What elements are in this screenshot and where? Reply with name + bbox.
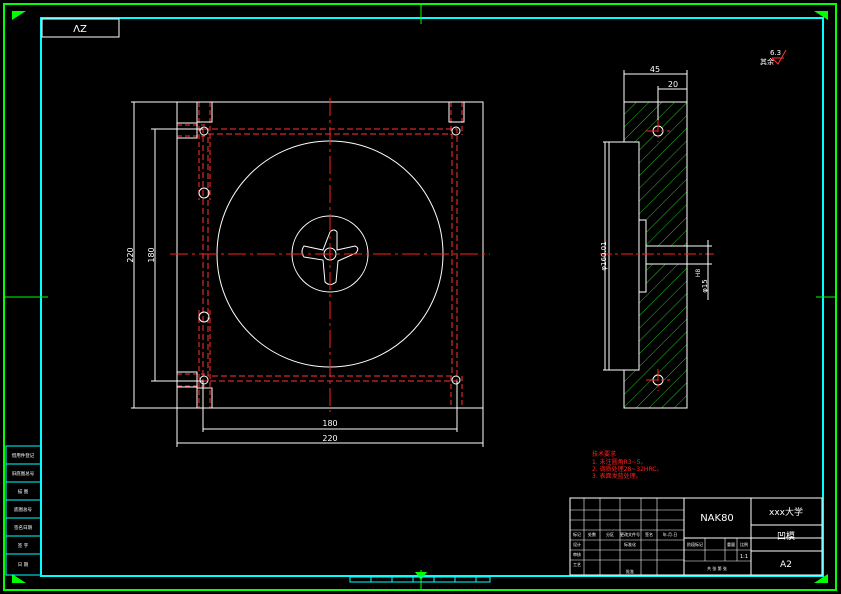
centering-marks [4,4,836,590]
misc-2: 重量 [727,541,735,547]
material-label: NAK80 [700,513,734,524]
misc-3: 比例 [740,541,748,547]
header-cell-4: 签名 [645,531,653,537]
roughness-symbol: 其余 6.3 [760,49,787,66]
roughness-value: 6.3 [770,49,781,57]
side-view: 45 20 φ160.01 φ15 H8 [600,65,714,409]
corner-label-box: ZV [41,18,120,38]
dim-partial-width: 20 [668,80,678,89]
header-cell-5: 年.月.日 [663,531,678,537]
side-label-5: 签 字 [18,542,29,549]
dim-height-outer: 220 [126,247,135,262]
row-label-2: 工艺 [573,562,581,567]
dim-boss-dia: φ160.01 [600,241,608,270]
side-label-6: 日 期 [18,562,29,568]
side-panel-labels: 借用件登记 旧底图总号 描 图 底图总号 签名日期 签 字 日 期 [12,452,35,568]
drawing-number: A2 [780,560,792,570]
dim-height-inner: 180 [147,247,156,262]
technical-notes: 技术要求 1. 未注圆角R3~5。 2. 调质处理28~32HRC。 3. 表面… [592,450,663,480]
row-label-3: 批准 [626,568,634,574]
dim-hole-tol: H8 [695,269,702,278]
part-name: 凹模 [777,531,795,542]
notes-title: 技术要求 [592,450,616,458]
misc-4: 共 张 第 张 [707,565,727,571]
row-label-0: 设计 [573,541,581,547]
side-label-2: 描 图 [18,488,29,495]
header-cell-1: 处数 [588,531,596,537]
header-cell-2: 分区 [606,531,614,537]
side-boss [608,141,640,371]
scale-value: 1:1 [740,554,748,560]
note-1: 1. 未注圆角R3~5。 [592,458,646,466]
side-label-4: 签名日期 [14,524,32,531]
side-label-3: 底图总号 [14,506,32,513]
note-2: 2. 调质处理28~32HRC。 [592,465,663,473]
school-label: xxx大学 [769,506,803,518]
row-label-1: 审核 [573,551,581,557]
side-label-0: 借用件登记 [12,452,35,459]
note-3: 3. 表面发蓝处理。 [592,472,642,480]
dim-width-inner: 180 [322,419,337,428]
side-label-1: 旧底图总号 [12,470,35,477]
corner-label: ZV [73,22,87,33]
misc-0: 标准化 [624,541,636,547]
cad-drawing: ZV 其余 6.3 220 180 180 220 45 20 φ160.01 … [3,3,837,591]
outer-frame [3,3,837,591]
dim-hole-dia: φ15 [701,279,709,293]
header-cell-0: 标记 [573,531,581,537]
dim-total-width: 45 [650,65,660,74]
dim-width-outer: 220 [322,434,337,443]
misc-1: 阶段标记 [687,541,703,547]
front-view: 220 180 180 220 [126,98,490,447]
header-cell-3: 更改文件号 [620,531,640,537]
